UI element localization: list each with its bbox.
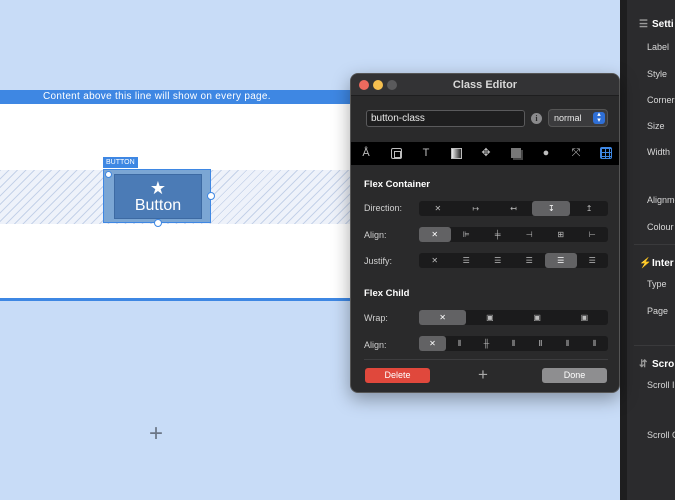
justify-none-option[interactable]: ✕ <box>419 253 451 268</box>
child-align-option-5[interactable]: ⦀ <box>554 336 581 351</box>
position-tool-icon[interactable]: ✥ <box>471 142 501 165</box>
inspector-scroll-in-field: Scroll In <box>647 380 675 390</box>
button-preview[interactable]: ★ Button <box>114 174 202 219</box>
direction-column-reverse-option[interactable]: ↥ <box>570 201 608 216</box>
typography-tool-icon[interactable]: Å <box>351 142 381 165</box>
rotate-handle[interactable] <box>105 171 112 178</box>
class-name-input[interactable]: button-class <box>366 110 525 127</box>
info-icon[interactable]: i <box>531 113 542 124</box>
inspector-label-field: Label <box>647 42 670 52</box>
inspector-width-field: Width <box>647 147 671 157</box>
state-select-value: normal <box>554 113 582 123</box>
inspector-page-field: Page <box>647 306 669 316</box>
sliders-icon: ☰ <box>639 19 648 30</box>
selection-type-label: BUTTON <box>103 157 138 168</box>
direction-none-option[interactable]: ✕ <box>419 201 457 216</box>
footer-divider <box>364 359 608 360</box>
selected-button-element[interactable]: ★ Button <box>103 169 211 223</box>
child-align-option-6[interactable]: ⦀ <box>581 336 608 351</box>
resize-handle-right[interactable] <box>207 192 215 200</box>
justify-start-option[interactable]: ☰ <box>451 253 483 268</box>
resize-handle-bottom[interactable] <box>154 219 162 227</box>
text-tool-icon[interactable]: T <box>411 142 441 165</box>
wrap-label: Wrap: <box>364 313 388 323</box>
interactions-header-label: Inter <box>652 258 674 269</box>
wrap-option-2[interactable]: ▣ <box>514 310 561 325</box>
done-button[interactable]: Done <box>542 368 607 383</box>
gradient-tool-icon[interactable] <box>441 142 471 165</box>
inspector-panel: ☰ Setti Label Style Corners Size Width Al… <box>620 0 675 500</box>
interactions-section-header[interactable]: ⚡Inter <box>639 258 674 269</box>
justify-end-option[interactable]: ☰ <box>514 253 546 268</box>
justify-space-between-option[interactable]: ☰ <box>545 253 577 268</box>
justify-segmented-control: ✕ ☰ ☰ ☰ ☰ ☰ <box>419 253 608 268</box>
add-class-button[interactable]: + <box>475 366 491 384</box>
align-none-option[interactable]: ✕ <box>419 227 451 242</box>
effects-tool-icon[interactable]: ● <box>531 142 561 165</box>
settings-section-header[interactable]: ☰ Setti <box>639 19 674 30</box>
page-header-banner: Content above this line will show on eve… <box>0 90 352 104</box>
scroll-effect-icon: ⇵ <box>639 359 648 370</box>
align-end-option[interactable]: ⊣ <box>514 227 546 242</box>
align-baseline-option[interactable]: ⊢ <box>577 227 609 242</box>
inspector-divider <box>634 244 675 245</box>
button-preview-label: Button <box>134 196 182 214</box>
inspector-corners-field: Corners <box>647 95 675 105</box>
align-stretch-option[interactable]: ⊞ <box>545 227 577 242</box>
child-align-segmented-control: ✕ ⦀ ╫ ⦀ Ⅱ ⦀ ⦀ <box>419 336 608 351</box>
align-center-option[interactable]: ╪ <box>482 227 514 242</box>
star-icon: ★ <box>149 177 167 198</box>
delete-button[interactable]: Delete <box>365 368 430 383</box>
align-segmented-control: ✕ ⊫ ╪ ⊣ ⊞ ⊢ <box>419 227 608 242</box>
inspector-colour-field: Colour <box>647 222 674 232</box>
wrap-none-option[interactable]: ✕ <box>419 310 467 325</box>
inspector-scroll-out-field: Scroll Ou <box>647 430 675 440</box>
direction-segmented-control: ✕ ↦ ↤ ↧ ↥ <box>419 201 608 216</box>
child-align-none-option[interactable]: ✕ <box>419 336 446 351</box>
direction-label: Direction: <box>364 203 403 213</box>
direction-column-option[interactable]: ↧ <box>532 201 571 216</box>
direction-row-option[interactable]: ↦ <box>457 201 495 216</box>
flex-child-heading: Flex Child <box>364 288 410 299</box>
layout-tool-icon[interactable] <box>591 142 619 165</box>
chevron-up-down-icon: ▴ ▾ <box>593 111 605 124</box>
justify-space-around-option[interactable]: ☰ <box>577 253 609 268</box>
add-element-button[interactable]: + <box>146 422 166 446</box>
box-tool-icon[interactable] <box>381 142 411 165</box>
wrap-option-1[interactable]: ▣ <box>466 310 513 325</box>
child-align-option-4[interactable]: Ⅱ <box>527 336 554 351</box>
class-editor-window: Class Editor button-class i normal ▴ ▾ Å … <box>350 73 620 393</box>
align-label: Align: <box>364 230 387 240</box>
child-align-option-1[interactable]: ⦀ <box>446 336 473 351</box>
inspector-divider <box>634 345 675 346</box>
justify-center-option[interactable]: ☰ <box>482 253 514 268</box>
lightning-icon: ⚡ <box>639 258 652 269</box>
scroll-section-header[interactable]: ⇵ Scro <box>639 359 674 370</box>
wrap-option-3[interactable]: ▣ <box>561 310 608 325</box>
justify-label: Justify: <box>364 256 393 266</box>
window-title: Class Editor <box>452 79 518 91</box>
inspector-type-field: Type <box>647 279 667 289</box>
inspector-alignment-field: Alignmen <box>647 195 675 205</box>
shadow-tool-icon[interactable] <box>501 142 531 165</box>
settings-header-label: Setti <box>652 19 674 30</box>
align-start-option[interactable]: ⊫ <box>451 227 483 242</box>
direction-row-reverse-option[interactable]: ↤ <box>495 201 533 216</box>
scroll-header-label: Scro <box>652 359 675 370</box>
inspector-style-field: Style <box>647 69 668 79</box>
flex-container-heading: Flex Container <box>364 179 430 190</box>
child-align-label: Align: <box>364 340 387 350</box>
wrap-segmented-control: ✕ ▣ ▣ ▣ <box>419 310 608 325</box>
inspector-size-field: Size <box>647 121 665 131</box>
child-align-option-3[interactable]: ⦀ <box>500 336 527 351</box>
transform-tool-icon[interactable]: ⤧ <box>561 142 591 165</box>
child-align-option-2[interactable]: ╫ <box>473 336 500 351</box>
state-select[interactable]: normal ▴ ▾ <box>548 109 608 127</box>
style-tool-strip: Å T ✥ ● ⤧ <box>351 142 619 165</box>
window-title-bar[interactable]: Class Editor <box>351 74 619 96</box>
